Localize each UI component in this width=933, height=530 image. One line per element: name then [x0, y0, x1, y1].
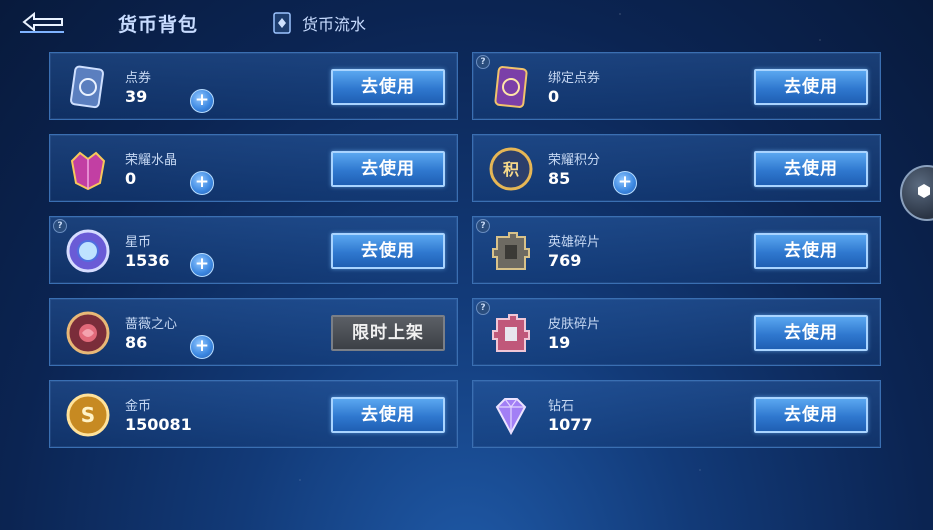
add-button[interactable]: + [190, 335, 214, 359]
currency-value: 1077 [548, 415, 593, 434]
top-bar: 货币背包 货币流水 [0, 0, 933, 46]
currency-card-coupon: 点券 39 + 去使用 [49, 52, 458, 120]
use-button[interactable]: 去使用 [754, 315, 868, 351]
currency-card-hero-fragment: ? 英雄碎片 769 去使用 [472, 216, 881, 284]
currency-card-rose-heart: 蔷薇之心 86 + 限时上架 [49, 298, 458, 366]
currency-name: 蔷薇之心 [125, 317, 178, 332]
currency-card-diamond: 钻石 1077 去使用 [472, 380, 881, 448]
currency-value: 39 [125, 87, 148, 106]
currency-name: 钻石 [548, 399, 575, 414]
svg-text:S: S [81, 403, 95, 427]
hero-fragment-icon [492, 232, 530, 270]
currency-value: 769 [548, 251, 582, 270]
back-arrow-icon[interactable] [18, 10, 68, 34]
currency-value: 86 [125, 333, 148, 352]
currency-value: 19 [548, 333, 571, 352]
currency-name: 绑定点券 [548, 71, 601, 86]
add-button[interactable]: + [190, 89, 214, 113]
add-button[interactable]: + [613, 171, 637, 195]
use-button[interactable]: 去使用 [331, 69, 445, 105]
bound-coupon-card-icon [494, 66, 528, 108]
use-button[interactable]: 去使用 [754, 397, 868, 433]
currency-name: 荣耀水晶 [125, 153, 178, 168]
currency-name: 荣耀积分 [548, 153, 601, 168]
currency-value: 150081 [125, 415, 192, 434]
currency-value: 85 [548, 169, 571, 188]
currency-card-star-coin: ? 星币 1536 + 去使用 [49, 216, 458, 284]
gold-coin-icon: S [66, 393, 110, 437]
currency-card-glory-points: 积 荣耀积分 85 + 去使用 [472, 134, 881, 202]
glory-crystal-icon [70, 151, 106, 191]
diamond-icon [495, 398, 527, 436]
currency-card-gold-coin: S 金币 150081 去使用 [49, 380, 458, 448]
currency-name: 皮肤碎片 [548, 317, 601, 332]
glory-points-icon: 积 [489, 147, 533, 191]
use-button[interactable]: 去使用 [331, 397, 445, 433]
add-button[interactable]: + [190, 171, 214, 195]
use-button[interactable]: 去使用 [331, 151, 445, 187]
currency-card-glory-crystal: 荣耀水晶 0 + 去使用 [49, 134, 458, 202]
rose-heart-icon [66, 311, 110, 355]
currency-value: 0 [548, 87, 560, 106]
currency-card-skin-fragment: ? 皮肤碎片 19 去使用 [472, 298, 881, 366]
currency-card-bound-coupon: ? 绑定点券 0 去使用 [472, 52, 881, 120]
svg-text:积: 积 [503, 160, 519, 179]
use-button[interactable]: 去使用 [754, 233, 868, 269]
add-button[interactable]: + [190, 253, 214, 277]
currency-value: 0 [125, 169, 137, 188]
hexagon-icon [918, 184, 930, 198]
wallet-icon [273, 12, 291, 34]
star-coin-icon [66, 229, 110, 273]
coupon-card-icon [70, 65, 105, 109]
side-menu-button[interactable] [900, 165, 933, 221]
skin-fragment-icon [492, 314, 530, 352]
use-button[interactable]: 去使用 [754, 69, 868, 105]
currency-name: 点券 [125, 71, 152, 86]
tab-currency-flow[interactable]: 货币流水 [272, 11, 366, 35]
currency-name: 星币 [125, 235, 152, 250]
limited-listing-button[interactable]: 限时上架 [331, 315, 445, 351]
tab-currency-flow-label: 货币流水 [302, 15, 367, 34]
currency-name: 金币 [125, 399, 152, 414]
currency-value: 1536 [125, 251, 170, 270]
use-button[interactable]: 去使用 [331, 233, 445, 269]
tab-currency-bag[interactable]: 货币背包 [118, 10, 198, 37]
use-button[interactable]: 去使用 [754, 151, 868, 187]
currency-name: 英雄碎片 [548, 235, 601, 250]
